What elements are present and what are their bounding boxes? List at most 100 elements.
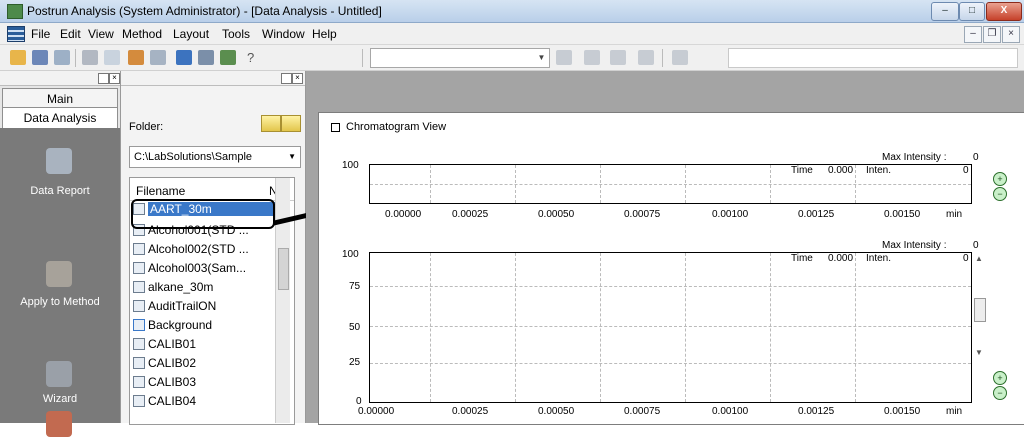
minimize-button[interactable]: – <box>931 2 959 21</box>
file-icon <box>133 337 145 350</box>
list-item[interactable]: CALIB046 <box>133 393 293 409</box>
menu-window[interactable]: Window <box>262 27 305 41</box>
report-icon[interactable] <box>46 411 72 437</box>
pin-icon[interactable] <box>281 73 292 84</box>
toolbar-combo-2[interactable] <box>728 48 1018 68</box>
mdi-restore-button[interactable]: ❐ <box>983 26 1001 43</box>
chromatogram-plot-bottom[interactable] <box>369 252 972 403</box>
maximize-button[interactable]: □ <box>959 2 985 21</box>
file-icon <box>133 299 145 312</box>
list-item[interactable]: AuditTrailON6 <box>133 298 293 314</box>
close-icon[interactable]: × <box>292 73 303 84</box>
x-tick-label: 0.00000 <box>385 209 422 220</box>
selection-callout <box>131 199 275 229</box>
print-icon[interactable] <box>82 50 98 65</box>
chart-icon[interactable] <box>220 50 236 65</box>
title-bar: Postrun Analysis (System Administrator) … <box>0 0 1024 23</box>
x-tick-label: 0.00100 <box>712 406 749 417</box>
scroll-thumb[interactable] <box>974 298 986 322</box>
chevron-down-icon[interactable]: ▼ <box>534 49 549 67</box>
folder-up-icon[interactable] <box>261 115 281 132</box>
zoom-out-icon[interactable]: − <box>993 386 1007 400</box>
mdi-minimize-button[interactable]: – <box>964 26 982 43</box>
scroll-thumb[interactable] <box>278 248 289 290</box>
menu-method[interactable]: Method <box>122 27 162 41</box>
document-menu-icon[interactable] <box>7 26 25 42</box>
peak-icon[interactable] <box>672 50 688 65</box>
chromatogram-file-icon <box>133 318 145 331</box>
menu-layout[interactable]: Layout <box>173 27 209 41</box>
x-tick-label: 0.00025 <box>452 209 489 220</box>
zoom-in-icon[interactable]: + <box>993 371 1007 385</box>
menu-file[interactable]: File <box>31 27 50 41</box>
list-item[interactable]: CALIB016 <box>133 336 293 352</box>
menu-help[interactable]: Help <box>312 27 337 41</box>
data-report-icon[interactable] <box>46 148 72 174</box>
close-icon[interactable]: × <box>109 73 120 84</box>
chart-scrollbar[interactable]: ▲ ▼ <box>973 248 987 423</box>
time-value: 0.000 <box>828 165 854 176</box>
nav-wizard[interactable]: Wizard <box>0 393 120 405</box>
data-explorer-icon[interactable] <box>128 50 144 65</box>
list-item[interactable]: alkane_30m1 <box>133 279 293 295</box>
help-icon[interactable]: ? <box>247 50 254 65</box>
nav-items: Data Report Apply to Method Wizard <box>0 128 120 437</box>
x-unit-label: min <box>946 406 963 417</box>
grid-line <box>370 363 971 365</box>
toolbar-combo[interactable]: ▼ <box>370 48 550 68</box>
chevron-down-icon[interactable]: ▼ <box>288 147 296 167</box>
grid-line <box>370 184 971 186</box>
list-item[interactable]: CALIB036 <box>133 374 293 390</box>
y-tick-label: 25 <box>349 357 361 368</box>
time-value: 0.000 <box>828 253 854 264</box>
file-icon <box>133 280 145 293</box>
view-icon <box>331 122 340 132</box>
tab-data-analysis[interactable]: Data Analysis <box>2 107 118 129</box>
folder-label: Folder: <box>129 121 164 133</box>
undo-icon[interactable] <box>556 50 572 65</box>
x-tick-label: 0.00025 <box>452 406 489 417</box>
navigator-icon[interactable] <box>176 50 192 65</box>
output-window-icon[interactable] <box>198 50 214 65</box>
nav-apply-to-method[interactable]: Apply to Method <box>0 296 120 308</box>
compare-icon[interactable] <box>638 50 654 65</box>
folder-path-value: C:\LabSolutions\Sample <box>134 151 253 163</box>
inten-value: 0 <box>963 253 969 264</box>
zoom-out-icon[interactable]: − <box>993 187 1007 201</box>
table-icon[interactable] <box>584 50 600 65</box>
calc-icon[interactable] <box>610 50 626 65</box>
toolbar: ? ▼ <box>0 45 1024 71</box>
menu-view[interactable]: View <box>88 27 114 41</box>
scroll-up-icon[interactable]: ▲ <box>975 254 983 263</box>
browse-folder-icon[interactable] <box>281 115 301 132</box>
x-tick-label: 0.00050 <box>538 209 575 220</box>
mdi-close-button[interactable]: × <box>1002 26 1020 43</box>
list-item[interactable]: Background1 <box>133 317 293 333</box>
list-item[interactable]: CALIB026 <box>133 355 293 371</box>
pin-icon[interactable] <box>98 73 109 84</box>
apply-to-method-icon[interactable] <box>46 261 72 287</box>
close-button[interactable]: X <box>986 2 1022 21</box>
list-item[interactable]: Alcohol003(Sam...6 <box>133 260 293 276</box>
wizard-icon[interactable] <box>46 361 72 387</box>
assistant-bar: × Main Data Analysis Data Report Apply t… <box>0 71 121 437</box>
save-icon[interactable] <box>32 50 48 65</box>
file-icon <box>133 356 145 369</box>
nav-data-report[interactable]: Data Report <box>0 185 120 197</box>
x-tick-label: 0.00150 <box>884 406 921 417</box>
list-item[interactable]: Alcohol002(STD ...6 <box>133 241 293 257</box>
menu-tools[interactable]: Tools <box>222 27 250 41</box>
window-title: Postrun Analysis (System Administrator) … <box>27 4 382 18</box>
inten-value: 0 <box>963 165 969 176</box>
print-preview-icon[interactable] <box>104 50 120 65</box>
save-as-icon[interactable] <box>54 50 70 65</box>
menu-edit[interactable]: Edit <box>60 27 81 41</box>
folder-path-select[interactable]: C:\LabSolutions\Sample ▼ <box>129 146 301 168</box>
zoom-in-icon[interactable]: + <box>993 172 1007 186</box>
max-intensity-label: Max Intensity : <box>882 240 947 251</box>
layout-icon[interactable] <box>150 50 166 65</box>
y-tick-label: 50 <box>349 322 361 333</box>
open-icon[interactable] <box>10 50 26 65</box>
scroll-down-icon[interactable]: ▼ <box>975 348 983 357</box>
column-filename[interactable]: Filename <box>136 184 185 198</box>
